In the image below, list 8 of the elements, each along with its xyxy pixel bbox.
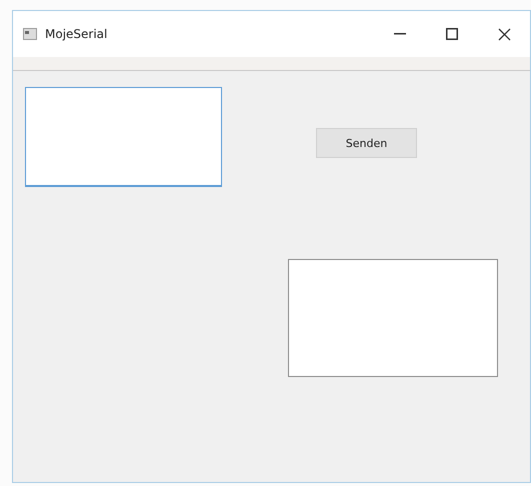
window-title: MojeSerial	[45, 27, 108, 41]
output-box[interactable]	[288, 259, 498, 377]
maximize-icon	[446, 28, 458, 40]
minimize-icon	[394, 33, 406, 35]
input-field[interactable]	[25, 87, 222, 187]
send-button[interactable]: Senden	[316, 128, 417, 158]
app-icon	[23, 28, 37, 40]
close-icon	[498, 28, 510, 40]
